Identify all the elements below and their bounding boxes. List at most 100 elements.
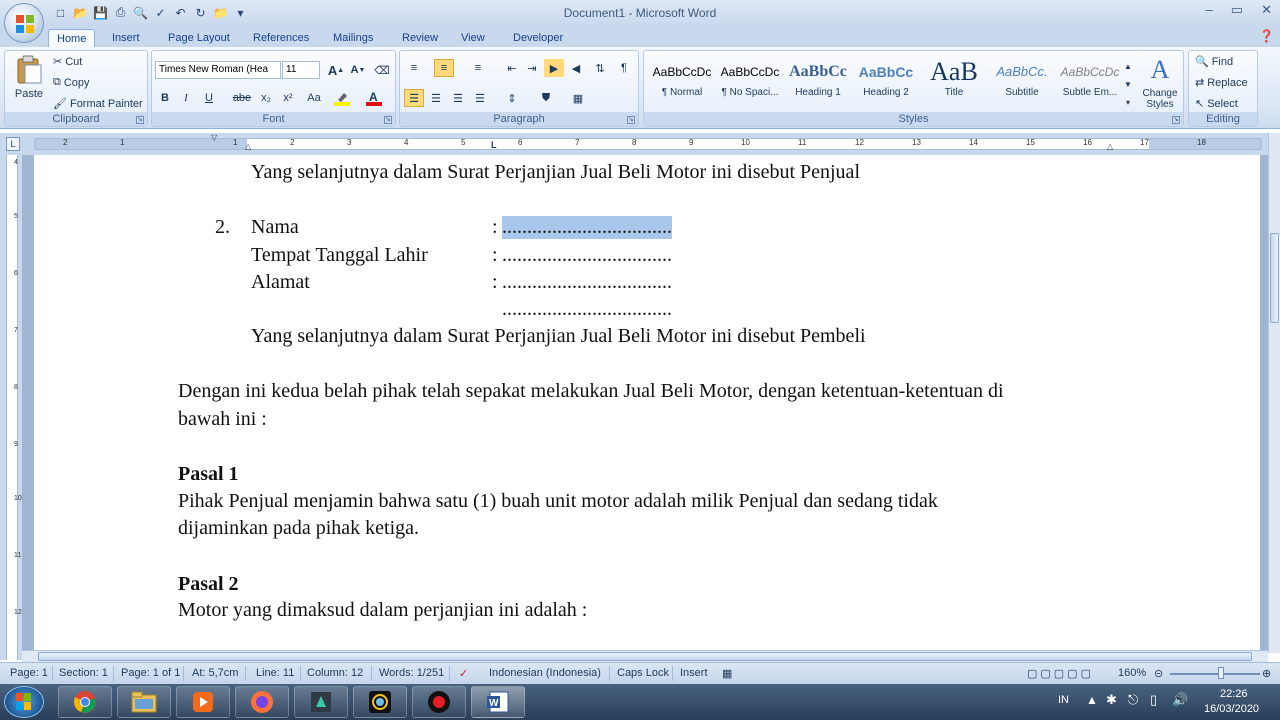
alamat-field-2[interactable]: .................................. (502, 298, 672, 321)
paragraph-launcher-icon[interactable]: ↘ (627, 116, 635, 124)
clear-formatting-icon[interactable]: ⌫ (372, 61, 392, 79)
rtl-icon[interactable]: ◀ (566, 59, 586, 77)
superscript-button[interactable]: x² (278, 89, 298, 107)
nama-field-selected[interactable]: .................................. (502, 216, 672, 239)
status-language[interactable]: Indonesian (Indonesia) (489, 667, 601, 679)
clock-date[interactable]: 16/03/2020 (1204, 703, 1259, 715)
status-page-of[interactable]: Page: 1 of 1 (121, 667, 180, 679)
style-subtitle[interactable]: AaBbCc. Subtitle (990, 57, 1054, 109)
align-center-icon[interactable]: ☰ (426, 89, 446, 107)
video-editor-icon[interactable] (294, 686, 348, 718)
horizontal-scrollbar[interactable] (22, 650, 1268, 662)
file-explorer-icon[interactable] (117, 686, 171, 718)
cut-button[interactable]: ✂ Cut (53, 55, 82, 69)
status-column[interactable]: Column: 12 (307, 667, 363, 679)
change-case-button[interactable]: Aa (302, 89, 326, 107)
word-icon[interactable]: W (471, 686, 525, 718)
alamat-field[interactable]: .................................. (502, 271, 672, 294)
camera-icon[interactable] (353, 686, 407, 718)
line-spacing-icon[interactable]: ⇕ (502, 89, 522, 107)
start-button[interactable] (4, 686, 44, 718)
ttl-field[interactable]: .................................. (502, 244, 672, 267)
tab-insert[interactable]: Insert (104, 29, 148, 48)
clock-time[interactable]: 22:26 (1220, 688, 1248, 700)
style-heading-2[interactable]: AaBbCc Heading 2 (854, 57, 918, 109)
decrease-indent-icon[interactable]: ⇤ (502, 59, 522, 77)
document-page[interactable]: Yang selanjutnya dalam Surat Perjanjian … (34, 155, 1260, 650)
show-formatting-icon[interactable]: ¶ (614, 59, 634, 77)
format-painter-button[interactable]: 🖌 Format Painter (53, 97, 143, 111)
shading-icon[interactable]: ⛊ (536, 89, 556, 107)
close-button[interactable]: ✕ (1261, 2, 1272, 18)
style-title[interactable]: AaB Title (922, 57, 986, 109)
style-normal[interactable]: AaBbCcDc ¶ Normal (650, 57, 714, 109)
justify-icon[interactable]: ☰ (470, 89, 490, 107)
find-button[interactable]: 🔍 Find (1195, 55, 1233, 69)
numbering-icon[interactable]: ≡ (434, 59, 454, 77)
font-color-button[interactable]: A (364, 89, 384, 107)
status-page[interactable]: Page: 1 (10, 667, 48, 679)
right-indent-marker[interactable]: △ (1107, 142, 1113, 151)
zoom-level[interactable]: 160% (1118, 667, 1146, 679)
usb-icon[interactable]: ⎋ (1128, 692, 1138, 708)
hanging-indent-marker[interactable]: △ (245, 142, 251, 151)
shrink-font-button[interactable]: A ▼ (348, 61, 368, 79)
zoom-slider-thumb[interactable] (1218, 667, 1224, 679)
vertical-scrollbar[interactable] (1268, 133, 1280, 653)
styles-scroll-up-icon[interactable]: ▲ (1122, 57, 1134, 75)
style-subtle-emphasis[interactable]: AaBbCcDc Subtle Em... (1058, 57, 1122, 109)
increase-indent-icon[interactable]: ⇥ (522, 59, 542, 77)
tab-selector[interactable]: L (6, 137, 20, 151)
clipboard-launcher-icon[interactable]: ↘ (136, 116, 144, 124)
help-icon[interactable]: ❓ (1259, 29, 1274, 43)
show-hidden-icons-icon[interactable]: ▲ (1086, 693, 1098, 707)
bullets-icon[interactable]: ≡ (404, 59, 424, 77)
tab-references[interactable]: References (245, 29, 317, 48)
replace-button[interactable]: ⇄ Replace (1195, 76, 1248, 90)
office-button[interactable] (4, 3, 44, 43)
chrome-icon[interactable] (58, 686, 112, 718)
multilevel-list-icon[interactable]: ≡ (468, 59, 488, 77)
minimize-button[interactable]: – (1206, 2, 1213, 18)
font-launcher-icon[interactable]: ↘ (384, 116, 392, 124)
align-right-icon[interactable]: ☰ (448, 89, 468, 107)
ltr-icon[interactable]: ▶ (544, 59, 564, 77)
horizontal-ruler[interactable]: L 2 1 1 2 3 4 5 6 7 8 9 10 11 12 13 14 1… (0, 133, 1280, 155)
first-line-indent-marker[interactable]: ▽ (211, 133, 217, 142)
network-icon[interactable]: ▯ (1150, 692, 1157, 708)
borders-icon[interactable]: ▦ (568, 89, 588, 107)
media-player-icon[interactable] (176, 686, 230, 718)
zoom-out-icon[interactable]: ⊝ (1154, 667, 1163, 680)
volume-icon[interactable]: 🔊 (1172, 692, 1188, 708)
firefox-icon[interactable] (235, 686, 289, 718)
underline-button[interactable]: U (199, 89, 219, 107)
select-button[interactable]: ↖ Select (1195, 97, 1238, 111)
tab-home[interactable]: Home (48, 29, 96, 48)
bold-button[interactable]: B (155, 89, 175, 107)
italic-button[interactable]: I (176, 89, 196, 107)
change-styles-button[interactable]: A Change Styles (1138, 55, 1182, 110)
tab-review[interactable]: Review (394, 29, 446, 48)
horizontal-scroll-thumb[interactable] (38, 652, 1252, 661)
status-section[interactable]: Section: 1 (59, 667, 108, 679)
language-indicator[interactable]: IN (1058, 694, 1069, 706)
tab-page-layout[interactable]: Page Layout (160, 29, 238, 48)
zoom-slider[interactable] (1170, 673, 1260, 675)
highlight-button[interactable] (332, 89, 352, 107)
align-left-icon[interactable]: ☰ (404, 89, 424, 107)
tab-view[interactable]: View (453, 29, 493, 48)
font-name-combo[interactable]: Times New Roman (Hea (155, 61, 281, 79)
font-size-combo[interactable]: 11 (282, 61, 320, 79)
tab-mailings[interactable]: Mailings (325, 29, 381, 48)
proofing-icon[interactable]: ✓ (459, 667, 468, 680)
macro-record-icon[interactable]: ▦ (722, 667, 732, 680)
style-heading-1[interactable]: AaBbCс Heading 1 (786, 57, 850, 109)
styles-more-icon[interactable]: ▾ (1122, 93, 1134, 111)
tab-developer[interactable]: Developer (505, 29, 571, 48)
bluetooth-icon[interactable]: ✱ (1106, 692, 1117, 708)
zoom-in-icon[interactable]: ⊕ (1262, 667, 1271, 680)
paste-button[interactable]: Paste (11, 55, 47, 100)
record-icon[interactable] (412, 686, 466, 718)
grow-font-button[interactable]: A ▲ (326, 61, 346, 79)
styles-scroll-down-icon[interactable]: ▼ (1122, 75, 1134, 93)
